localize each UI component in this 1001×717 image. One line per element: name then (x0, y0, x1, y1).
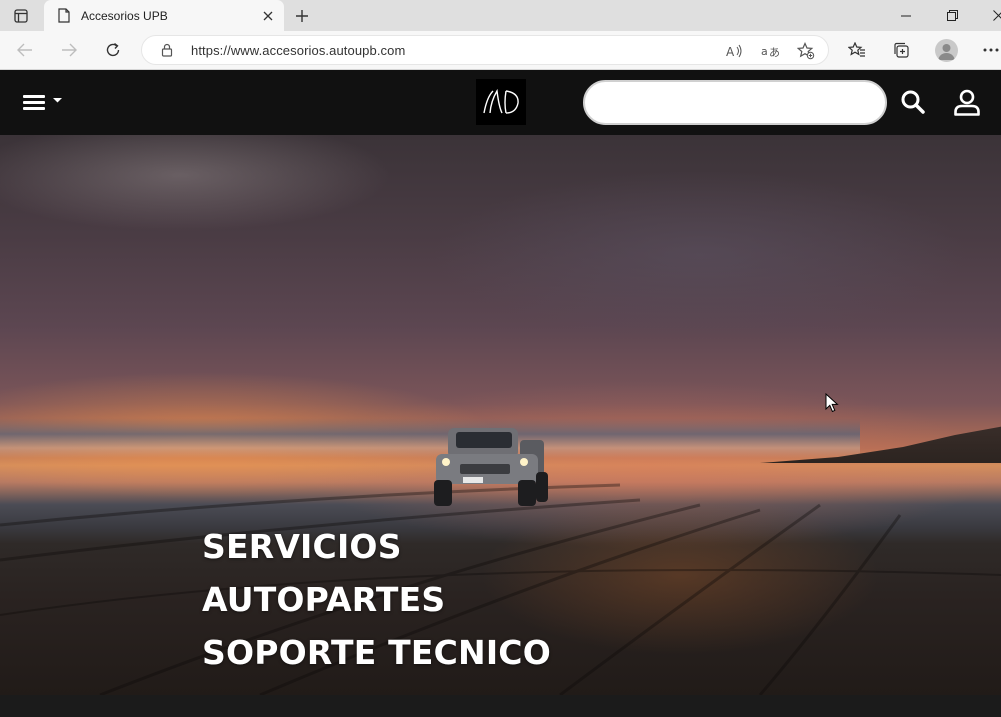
hero-banner: SERVICIOS AUTOPARTES SOPORTE TECNICO (0, 135, 1001, 695)
more-options-icon[interactable] (976, 36, 1001, 64)
refresh-icon[interactable] (98, 36, 128, 64)
menu-link-servicios[interactable]: SERVICIOS (202, 520, 551, 573)
hamburger-icon[interactable] (20, 89, 66, 115)
brand-logo[interactable] (476, 79, 526, 125)
favorites-icon[interactable] (842, 36, 872, 64)
tab-title: Accesorios UPB (81, 8, 168, 23)
forward-icon[interactable] (54, 36, 84, 64)
menu-link-soporte-tecnico[interactable]: SOPORTE TECNICO (202, 626, 551, 679)
page-bottom-bar (0, 695, 1001, 717)
user-icon[interactable] (952, 87, 982, 117)
new-tab-icon[interactable] (291, 5, 313, 27)
menu-link-autopartes[interactable]: AUTOPARTES (202, 573, 551, 626)
hero-menu: SERVICIOS AUTOPARTES SOPORTE TECNICO (202, 520, 551, 679)
browser-tab[interactable]: Accesorios UPB (44, 0, 284, 31)
address-bar[interactable]: https://www.accesorios.autoupb.com A aあ (141, 35, 829, 65)
translate-icon[interactable]: aあ (759, 40, 781, 62)
close-window-icon[interactable] (975, 0, 1001, 31)
back-icon[interactable] (10, 36, 40, 64)
restore-icon[interactable] (929, 0, 975, 31)
minimize-icon[interactable] (883, 0, 929, 31)
svg-text:あ: あ (769, 46, 779, 59)
search-input[interactable] (583, 80, 887, 125)
close-tab-icon[interactable] (258, 6, 278, 26)
add-favorite-icon[interactable] (795, 40, 817, 62)
profile-avatar[interactable] (935, 39, 958, 62)
collections-icon[interactable] (886, 36, 916, 64)
mouse-cursor-icon (825, 393, 839, 413)
browser-toolbar: https://www.accesorios.autoupb.com A aあ (0, 31, 1001, 70)
browser-tab-bar: Accesorios UPB (0, 0, 1001, 31)
url-text[interactable]: https://www.accesorios.autoupb.com (191, 43, 405, 58)
tab-actions-icon[interactable] (8, 6, 34, 26)
pickup-truck-image (434, 428, 548, 506)
site-header (0, 70, 1001, 135)
read-aloud-icon[interactable]: A (724, 40, 746, 62)
svg-text:a: a (761, 45, 768, 58)
svg-text:A: A (726, 45, 735, 58)
lock-icon[interactable] (160, 43, 174, 57)
search-icon[interactable] (898, 87, 928, 117)
page-icon (56, 8, 72, 24)
